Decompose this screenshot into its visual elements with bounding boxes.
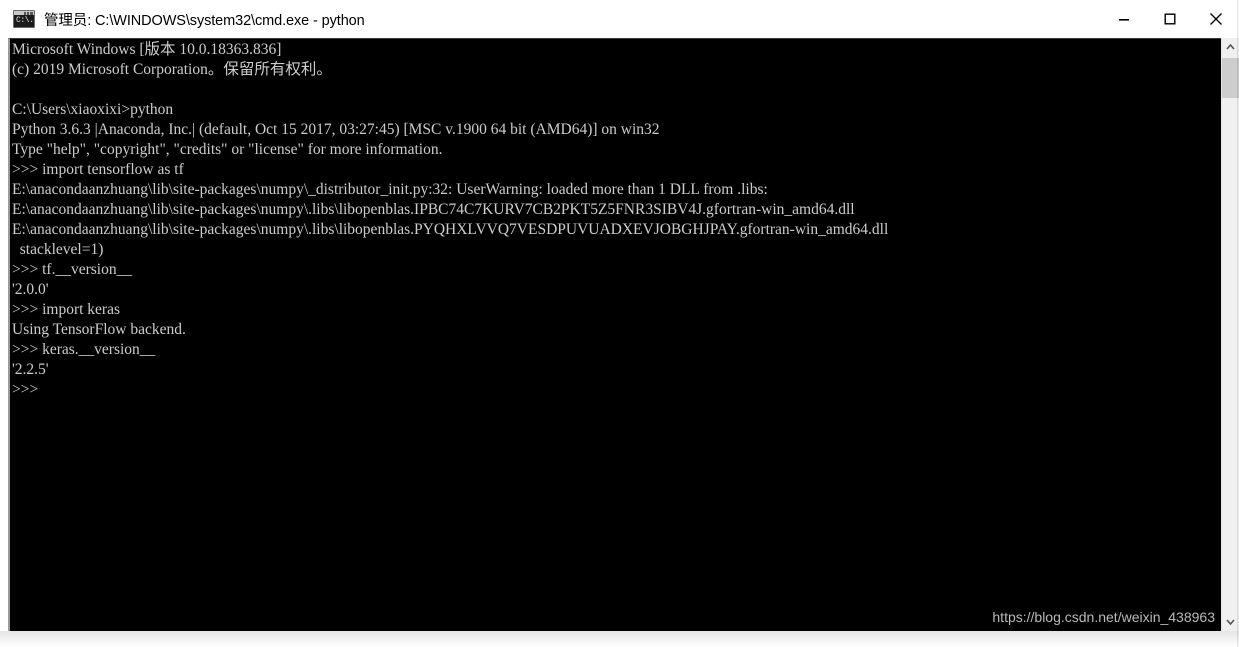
console-line: >>> <box>12 381 39 398</box>
console-line: >>> import keras <box>12 301 121 318</box>
minimize-icon <box>1119 19 1129 21</box>
console-line: '2.2.5' <box>12 361 49 378</box>
window-controls <box>1101 0 1239 38</box>
cmd-window: C:\. 管理员: C:\WINDOWS\system32\cmd.exe - … <box>0 0 1239 647</box>
console-line: E:\anacondaanzhuang\lib\site-packages\nu… <box>12 181 768 198</box>
minimize-button[interactable] <box>1101 0 1147 38</box>
window-title: 管理员: C:\WINDOWS\system32\cmd.exe - pytho… <box>44 12 365 29</box>
icon-prompt-label: C:\. <box>16 16 34 25</box>
console-output-area[interactable]: Microsoft Windows [版本 10.0.18363.836] (c)… <box>8 38 1221 631</box>
console-line: Microsoft Windows [版本 10.0.18363.836] <box>12 41 282 58</box>
cmd-console-icon: C:\. <box>13 10 35 28</box>
console-scrollbar[interactable] <box>1221 38 1239 631</box>
console-line: >>> import tensorflow as tf <box>12 161 184 178</box>
console-line: '2.0.0' <box>12 281 49 298</box>
icon-titlebar-stripe <box>14 11 34 15</box>
console-line: (c) 2019 Microsoft Corporation。保留所有权利。 <box>12 61 332 78</box>
console-line: stacklevel=1) <box>12 241 104 258</box>
console-line: C:\Users\xiaoxixi>python <box>12 101 174 118</box>
scroll-down-arrow[interactable] <box>1222 613 1239 631</box>
console-line: >>> keras.__version__ <box>12 341 156 358</box>
maximize-button[interactable] <box>1147 0 1193 38</box>
close-icon <box>1210 13 1222 25</box>
console-text: Microsoft Windows [版本 10.0.18363.836] (c)… <box>12 40 1202 400</box>
icon-window-buttons <box>24 11 33 15</box>
console-line: Python 3.6.3 |Anaconda, Inc.| (default, … <box>12 121 660 138</box>
scroll-up-arrow[interactable] <box>1222 38 1239 56</box>
chevron-down-icon <box>1226 619 1235 625</box>
maximize-icon <box>1164 13 1176 25</box>
window-shadow-bottom <box>0 631 1239 647</box>
console-line: E:\anacondaanzhuang\lib\site-packages\nu… <box>12 221 889 238</box>
console-line: Type "help", "copyright", "credits" or "… <box>12 141 443 158</box>
console-line: E:\anacondaanzhuang\lib\site-packages\nu… <box>12 201 855 218</box>
chevron-up-icon <box>1226 44 1235 50</box>
console-line: >>> tf.__version__ <box>12 261 133 278</box>
window-titlebar[interactable]: C:\. 管理员: C:\WINDOWS\system32\cmd.exe - … <box>0 0 1239 39</box>
close-button[interactable] <box>1193 0 1239 38</box>
watermark-url: https://blog.csdn.net/weixin_438963 <box>992 609 1215 625</box>
console-line: Using TensorFlow backend. <box>12 321 186 338</box>
scroll-thumb[interactable] <box>1222 58 1239 98</box>
